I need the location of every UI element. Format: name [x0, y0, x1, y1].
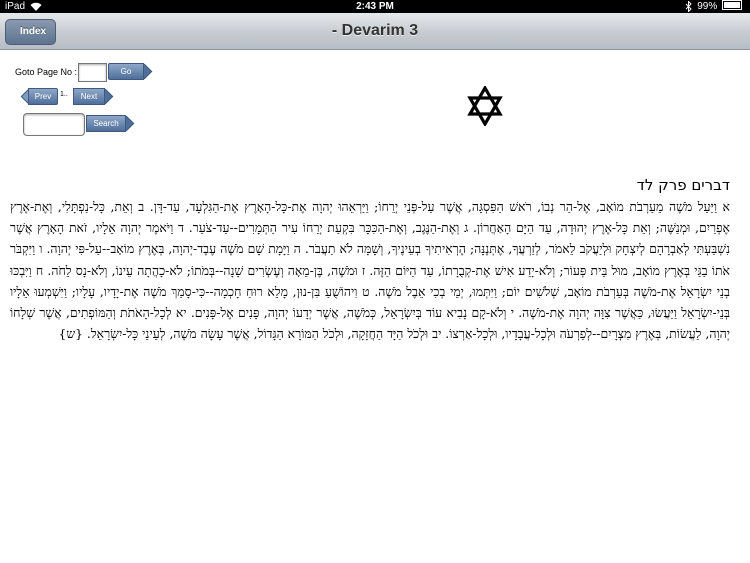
star-of-david-icon: [467, 86, 503, 126]
page-indicator: 1..: [60, 91, 68, 98]
clock: 2:43 PM: [356, 1, 394, 12]
battery-icon: [722, 0, 742, 11]
chapter-text: א וַיַּעַל מֹשֶׁה מֵעַרְבֹת מוֹאָב, אֶל-…: [10, 199, 730, 342]
navigation-bar: Index - Devarim 3: [0, 13, 750, 50]
prev-button[interactable]: Prev: [28, 88, 58, 105]
go-button[interactable]: Go: [108, 63, 144, 80]
goto-page-input[interactable]: [78, 63, 107, 82]
battery-percent: 99%: [697, 1, 718, 12]
search-button[interactable]: Search: [86, 115, 126, 132]
next-button[interactable]: Next: [73, 88, 105, 105]
search-input[interactable]: [23, 113, 85, 136]
chapter-heading: דברים פרק לד: [636, 176, 730, 194]
page-title: - Devarim 3: [331, 22, 419, 39]
status-bar: iPad 2:43 PM 99%: [0, 0, 750, 13]
battery-indicator: 99%: [697, 0, 742, 13]
goto-page-label: Goto Page No :: [15, 67, 78, 77]
bluetooth-icon: [685, 1, 692, 12]
